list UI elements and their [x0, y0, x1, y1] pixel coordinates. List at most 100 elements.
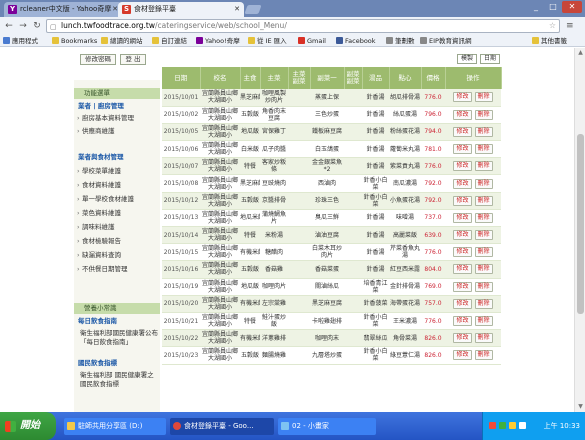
volume-icon[interactable] — [509, 422, 516, 429]
sidebar-item-no-meal-dates[interactable]: 不供餐日期管理 — [74, 264, 160, 275]
sidebar-item-ingredients[interactable]: 食材資料維護 — [74, 180, 160, 191]
delete-button[interactable]: 刪除 — [474, 92, 493, 103]
delete-button[interactable]: 刪除 — [474, 195, 493, 206]
sidebar-item-inspection-report[interactable]: 食材檢驗報告 — [74, 236, 160, 247]
address-bar[interactable]: ▢ lunch.twfoodtrace.org.tw/cateringservi… — [46, 19, 560, 33]
delete-button[interactable]: 刪除 — [474, 247, 493, 258]
page-info-icon[interactable]: ▢ — [50, 21, 57, 33]
edit-button[interactable]: 修改 — [453, 109, 472, 120]
edit-button[interactable]: 修改 — [453, 178, 472, 189]
minimize-icon[interactable]: _ — [528, 1, 544, 13]
delete-button[interactable]: 刪除 — [474, 281, 493, 292]
change-password-button[interactable]: 修改密碼 — [80, 54, 116, 65]
sidebar-item-school-menu[interactable]: 學校菜單維護 — [74, 166, 160, 177]
reload-icon[interactable]: ↻ — [31, 20, 43, 32]
edit-button[interactable]: 修改 — [453, 126, 472, 137]
delete-button[interactable]: 刪除 — [474, 333, 493, 344]
edit-button[interactable]: 修改 — [453, 195, 472, 206]
bookmark-frequent[interactable]: 總讀的網站 — [101, 36, 143, 46]
scrollbar-thumb[interactable] — [577, 134, 584, 314]
tip-national-indicator-title[interactable]: 國民飲食指標 — [74, 358, 160, 369]
sidebar-item-kitchen-data[interactable]: 廚房基本資料管理 — [74, 113, 160, 124]
table-cell: 宜蘭縣員山鄉大湖國小 — [200, 346, 240, 365]
tip-daily-guide-title[interactable]: 每日飲食指南 — [74, 316, 160, 327]
edit-button[interactable]: 修改 — [453, 298, 472, 309]
table-cell: 關滷絲瓜 — [310, 278, 344, 296]
bookmark-other[interactable]: 其他書籤 — [532, 36, 567, 46]
taskbar-item-chrome[interactable]: 食材登錄平臺 - Goo... — [170, 418, 274, 435]
maximize-icon[interactable]: □ — [545, 1, 561, 13]
table-cell: 2015/10/16 — [162, 260, 200, 279]
forward-icon[interactable]: → — [17, 20, 29, 32]
bookmark-star-icon[interactable]: ☆ — [549, 20, 556, 32]
sidebar-item-seasonings[interactable]: 調味料維護 — [74, 222, 160, 233]
edit-button[interactable]: 修改 — [453, 316, 472, 327]
table-cell — [344, 312, 362, 331]
edit-button[interactable]: 修改 — [453, 144, 472, 155]
delete-button[interactable]: 刪除 — [474, 126, 493, 137]
delete-button[interactable]: 刪除 — [474, 144, 493, 155]
taskbar-item-shared-drive[interactable]: 駐師共用分享區 (D:) — [64, 418, 166, 435]
back-icon[interactable]: ← — [3, 20, 15, 32]
network-icon[interactable] — [499, 422, 506, 429]
edit-button[interactable]: 修改 — [453, 333, 472, 344]
tab-yahoo[interactable]: Y rcleaner中文版 - Yahoo奇摩 ✕ — [4, 2, 122, 17]
row-actions: 修改 刪除 — [445, 123, 501, 142]
scroll-up-icon[interactable]: ▲ — [576, 49, 585, 57]
logout-button[interactable]: 登 出 — [120, 54, 146, 65]
column-header: 副菜 副菜 — [344, 67, 363, 89]
table-cell: 胡瓜排骨湯 — [389, 89, 421, 107]
delete-button[interactable]: 刪除 — [474, 178, 493, 189]
edit-button[interactable]: 修改 — [453, 92, 472, 103]
new-tab-button[interactable] — [244, 5, 262, 14]
edit-button[interactable]: 修改 — [453, 281, 472, 292]
bookmark-from-ie[interactable]: 從 IE 匯入 — [248, 36, 287, 46]
delete-button[interactable]: 刪除 — [474, 230, 493, 241]
delete-button[interactable]: 刪除 — [474, 109, 493, 120]
tab-food-platform[interactable]: S 食材登錄平臺 ✕ — [118, 2, 244, 17]
system-clock[interactable]: 上午 10:33 — [544, 421, 580, 431]
close-tab-icon[interactable]: ✕ — [234, 2, 240, 17]
delete-button[interactable]: 刪除 — [474, 161, 493, 172]
sidebar-item-missing-data[interactable]: 缺漏資料查詢 — [74, 250, 160, 261]
table-row: 2015/10/20宜蘭縣員山鄉大湖國小有機米飯左宗棠雞 黑芝麻豆腐針香菠菜海帶蛋… — [162, 295, 501, 313]
edit-button[interactable]: 修改 — [453, 212, 472, 223]
yahoo-favicon-icon: Y — [8, 5, 17, 14]
delete-button[interactable]: 刪除 — [474, 316, 493, 327]
bookmark-bookmarks[interactable]: Bookmarks — [52, 36, 97, 46]
bookmark-apps[interactable]: 應用程式 — [3, 36, 38, 46]
edit-button[interactable]: 修改 — [453, 161, 472, 172]
bookmark-facebook[interactable]: Facebook — [336, 36, 376, 46]
taskbar-item-paint[interactable]: 02 - 小畫家 — [278, 418, 376, 435]
bookmark-custom-links[interactable]: 自訂連結 — [152, 36, 187, 46]
edit-button[interactable]: 修改 — [453, 247, 472, 258]
edit-button[interactable]: 修改 — [453, 350, 472, 361]
start-button[interactable]: 開始 — [0, 412, 56, 440]
column-header: 校名 — [200, 67, 241, 89]
edit-button[interactable]: 修改 — [453, 264, 472, 275]
scroll-down-icon[interactable]: ▼ — [576, 403, 585, 411]
delete-button[interactable]: 刪除 — [474, 264, 493, 275]
column-header: 價格 — [421, 67, 446, 89]
chrome-menu-icon[interactable]: ≡ — [566, 21, 574, 31]
delete-button[interactable]: 刪除 — [474, 350, 493, 361]
bookmark-strokes[interactable]: 筆劃數 — [386, 36, 415, 46]
antivirus-icon[interactable] — [489, 422, 496, 429]
delete-button[interactable]: 刪除 — [474, 298, 493, 309]
table-row: 2015/10/05 宜蘭縣員山鄉大湖國小 地瓜飯 宮保雞丁 鐵板麻豆腐 針香湯 粉絲蛋花湯… — [162, 123, 501, 142]
sidebar-item-suppliers[interactable]: 供應商維護 — [74, 126, 160, 137]
bookmark-gmail[interactable]: Gmail — [298, 36, 326, 46]
bookmark-yahoo[interactable]: Yahoo!奇摩 — [196, 36, 240, 46]
ime-icon[interactable] — [519, 422, 526, 429]
template-button[interactable]: 模製 — [457, 54, 477, 64]
delete-button[interactable]: 刪除 — [474, 212, 493, 223]
edit-button[interactable]: 修改 — [453, 230, 472, 241]
sidebar-item-dishes[interactable]: 菜色資料維護 — [74, 208, 160, 219]
close-window-icon[interactable]: ✕ — [562, 1, 582, 13]
sidebar-item-single-school[interactable]: 單一學校食材維護 — [74, 194, 160, 205]
table-cell — [344, 192, 362, 210]
bookmark-eip[interactable]: EIP教育資訊網 — [420, 36, 471, 46]
task-label: 駐師共用分享區 (D:) — [78, 422, 143, 430]
date-button[interactable]: 日期 — [480, 54, 500, 64]
page-scrollbar[interactable]: ▲ ▼ — [574, 48, 585, 412]
